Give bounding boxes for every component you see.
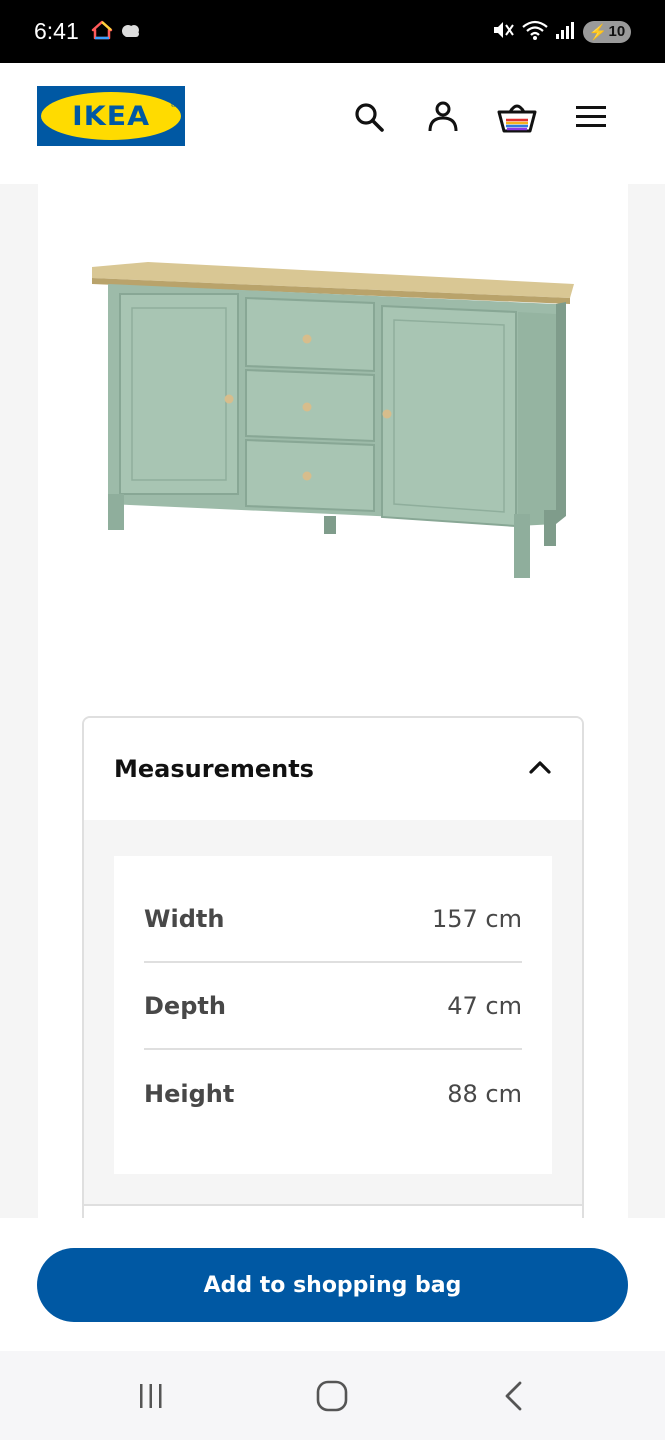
home-button-icon[interactable] <box>302 1366 362 1426</box>
sideboard-image[interactable] <box>88 254 578 584</box>
measurements-title: Measurements <box>114 755 314 783</box>
measurement-label: Depth <box>144 991 226 1020</box>
status-bar: 6:41 ⚡ 10 <box>0 0 665 63</box>
measurements-header[interactable]: Measurements <box>84 718 582 820</box>
menu-icon[interactable] <box>571 97 611 137</box>
shopping-bag-icon[interactable] <box>497 97 537 137</box>
cloud-icon <box>119 21 143 43</box>
measurement-row-height: Height 88 cm <box>144 1050 522 1137</box>
measurements-body: Width 157 cm Depth 47 cm Height 88 cm <box>84 820 582 1204</box>
measurements-table: Width 157 cm Depth 47 cm Height 88 cm <box>114 856 552 1174</box>
measurement-value: 157 cm <box>431 904 522 933</box>
add-to-bag-button[interactable]: Add to shopping bag <box>37 1248 628 1322</box>
measurement-row-depth: Depth 47 cm <box>144 963 522 1050</box>
product-content: Measurements Width 157 cm Depth 47 cm He… <box>38 184 628 1218</box>
site-header: IKEA ® <box>0 63 665 184</box>
battery-icon: ⚡ 10 <box>583 20 631 43</box>
battery-level: 10 <box>608 23 626 40</box>
status-right-icons: ⚡ 10 <box>491 19 631 45</box>
measurement-row-width: Width 157 cm <box>144 876 522 963</box>
logo-text: IKEA <box>71 100 151 132</box>
home-icon <box>91 20 113 44</box>
measurement-value: 88 cm <box>447 1079 522 1108</box>
status-left-icons <box>91 20 143 44</box>
back-icon[interactable] <box>484 1366 544 1426</box>
account-icon[interactable] <box>423 97 463 137</box>
cta-area: Add to shopping bag <box>0 1218 665 1351</box>
measurements-panel: Measurements Width 157 cm Depth 47 cm He… <box>82 716 584 1218</box>
system-nav-bar <box>0 1351 665 1440</box>
wifi-icon <box>521 19 549 45</box>
ikea-logo[interactable]: IKEA ® <box>37 86 185 146</box>
search-icon[interactable] <box>349 97 389 137</box>
measurement-value: 47 cm <box>447 991 522 1020</box>
logo-oval: IKEA <box>41 92 181 140</box>
measurement-label: Width <box>144 904 225 933</box>
chevron-up-icon[interactable] <box>528 759 552 779</box>
signal-icon <box>555 20 577 44</box>
measurement-label: Height <box>144 1079 235 1108</box>
status-time: 6:41 <box>34 18 79 44</box>
registered-mark-icon: ® <box>170 101 177 109</box>
mute-icon <box>491 19 515 45</box>
recent-apps-icon[interactable] <box>121 1366 181 1426</box>
section-divider <box>84 1204 582 1206</box>
